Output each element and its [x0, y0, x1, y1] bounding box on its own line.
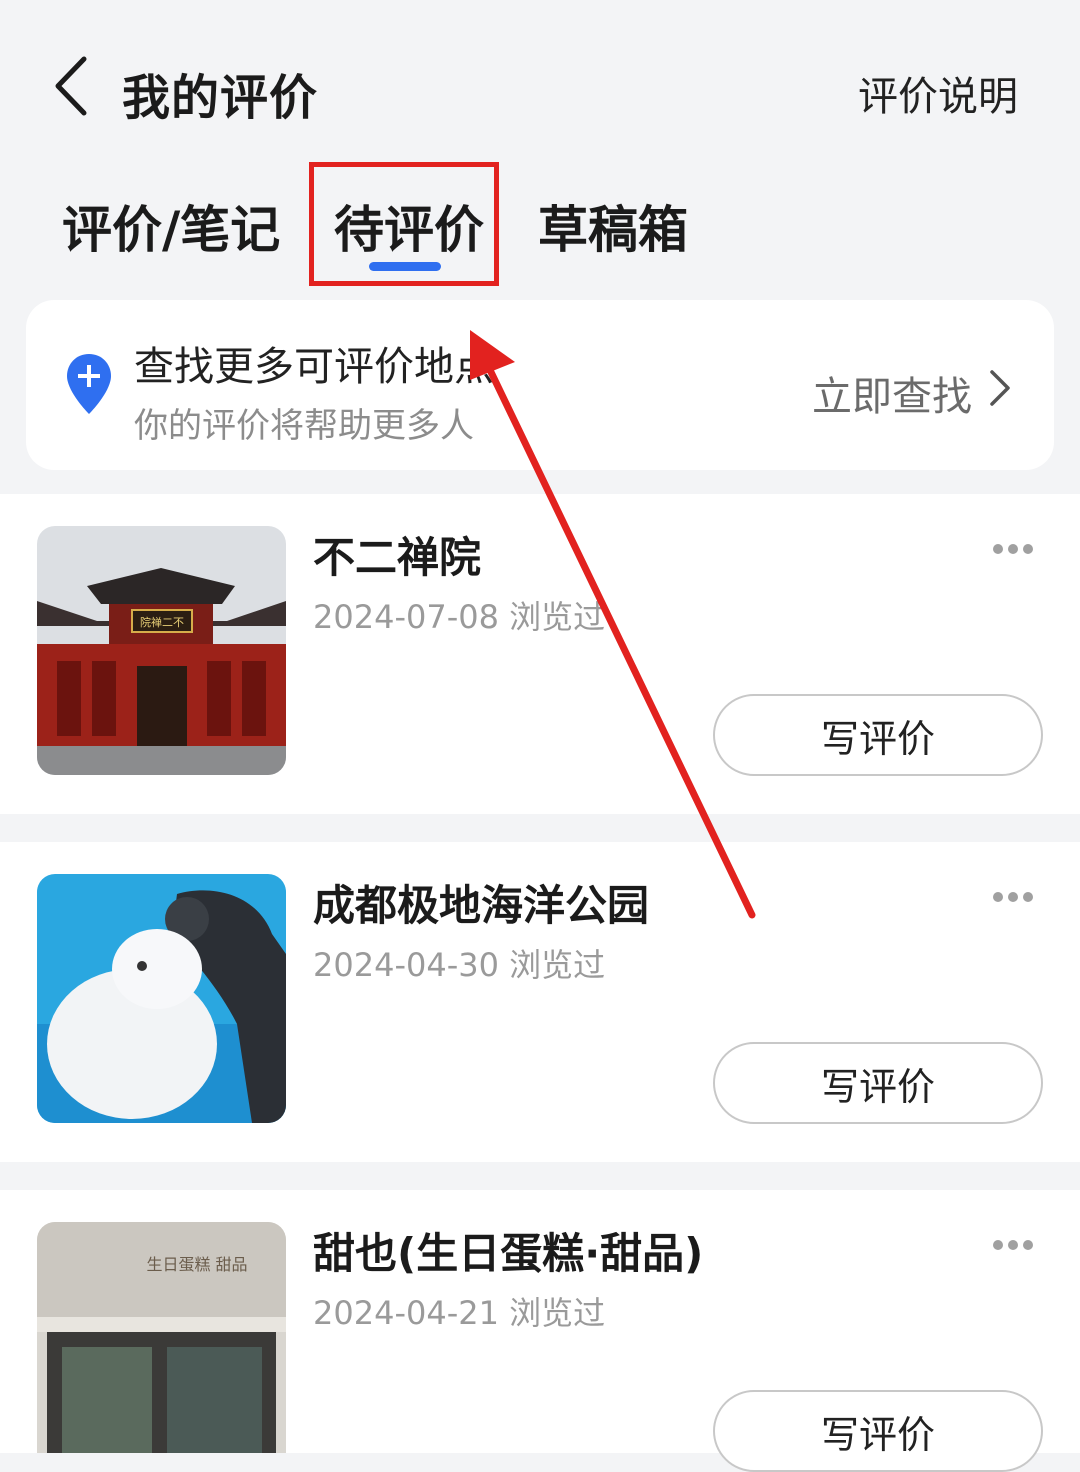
beluga-photo-icon: [37, 874, 286, 1123]
find-now-link[interactable]: 立即查找: [812, 364, 972, 422]
tab-reviews-notes[interactable]: 评价/笔记: [62, 190, 280, 262]
visit-date: 2024-04-30 浏览过: [313, 946, 606, 984]
more-options-icon[interactable]: [992, 1238, 1034, 1252]
header-bar: 我的评价 评价说明: [0, 0, 1080, 170]
tab-bar: 评价/笔记 待评价 草稿箱: [0, 170, 1080, 290]
place-thumbnail: 院禅二不: [37, 526, 286, 775]
page-title: 我的评价: [122, 70, 319, 126]
annotation-highlight-box: [309, 162, 499, 286]
location-plus-icon: [67, 354, 111, 414]
cake-shop-photo-icon: 生日蛋糕 甜品: [37, 1222, 286, 1453]
back-arrow-icon[interactable]: [48, 55, 98, 117]
place-name[interactable]: 甜也(生日蛋糕·甜品): [313, 1220, 703, 1281]
write-review-button[interactable]: 写评价: [713, 1390, 1043, 1472]
temple-photo-icon: 院禅二不: [37, 526, 286, 775]
find-card-title: 查找更多可评价地点: [134, 344, 494, 390]
more-options-icon[interactable]: [992, 890, 1034, 904]
chevron-right-icon: [990, 370, 1010, 406]
find-card-subtitle: 你的评价将帮助更多人: [134, 406, 474, 446]
place-name[interactable]: 成都极地海洋公园: [313, 872, 649, 933]
list-item[interactable]: 院禅二不 不二禅院 2024-07-08 浏览过 写评价: [0, 494, 1080, 814]
review-help-link[interactable]: 评价说明: [858, 64, 1018, 122]
list-item[interactable]: 生日蛋糕 甜品 甜也(生日蛋糕·甜品) 2024-04-21 浏览过 写评价: [0, 1190, 1080, 1472]
visit-date: 2024-04-21 浏览过: [313, 1294, 606, 1332]
list-item[interactable]: 成都极地海洋公园 2024-04-30 浏览过 写评价: [0, 842, 1080, 1162]
temple-plaque-text: 院禅二不: [140, 615, 184, 629]
find-places-card[interactable]: 查找更多可评价地点 你的评价将帮助更多人 立即查找: [26, 300, 1054, 470]
place-name[interactable]: 不二禅院: [313, 524, 481, 585]
visit-date: 2024-07-08 浏览过: [313, 598, 606, 636]
shop-sign-text: 生日蛋糕 甜品: [146, 1255, 247, 1274]
write-review-button[interactable]: 写评价: [713, 1042, 1043, 1124]
place-thumbnail: 生日蛋糕 甜品: [37, 1222, 286, 1453]
tab-drafts[interactable]: 草稿箱: [538, 190, 688, 262]
place-thumbnail: [37, 874, 286, 1123]
more-options-icon[interactable]: [992, 542, 1034, 556]
write-review-button[interactable]: 写评价: [713, 694, 1043, 776]
